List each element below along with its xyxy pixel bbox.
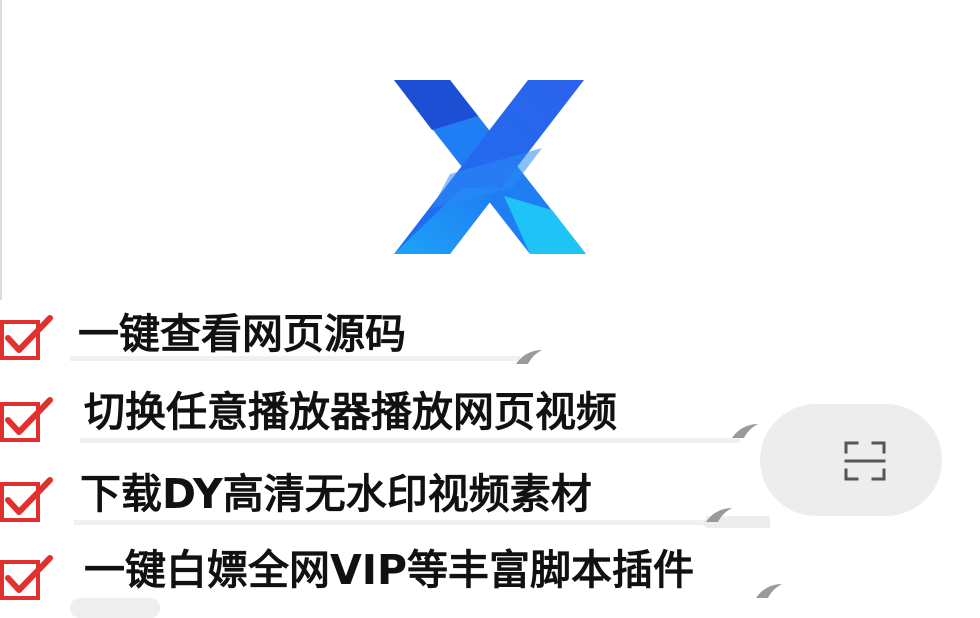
checkbox-checked-icon [0, 397, 53, 442]
feature-row-2: 切换任意播放器播放网页视频 [0, 380, 780, 443]
left-edge-divider [0, 0, 2, 300]
feature-row-1: 一键查看网页源码 [0, 300, 560, 364]
feature-text: 下载DY高清无水印视频素材 [80, 470, 592, 518]
feature-row-4: 一键白嫖全网VIP等丰富脚本插件 [0, 540, 790, 600]
feature-text: 一键白嫖全网VIP等丰富脚本插件 [84, 546, 695, 594]
x-browser-logo-icon [394, 80, 586, 254]
page-curl-decoration [732, 424, 758, 438]
scan-frame-icon[interactable] [843, 440, 887, 482]
page-curl-decoration [516, 350, 542, 364]
bottom-pill-decoration [70, 598, 160, 618]
page-curl-decoration [706, 508, 732, 522]
feature-text: 一键查看网页源码 [78, 310, 406, 358]
feature-row-3: 下载DY高清无水印视频素材 [0, 462, 740, 525]
checkbox-checked-icon [0, 315, 53, 360]
feature-text: 切换任意播放器播放网页视频 [84, 388, 617, 436]
checkbox-checked-icon [0, 477, 53, 522]
checkbox-checked-icon [0, 555, 53, 600]
page-curl-decoration [756, 584, 782, 598]
